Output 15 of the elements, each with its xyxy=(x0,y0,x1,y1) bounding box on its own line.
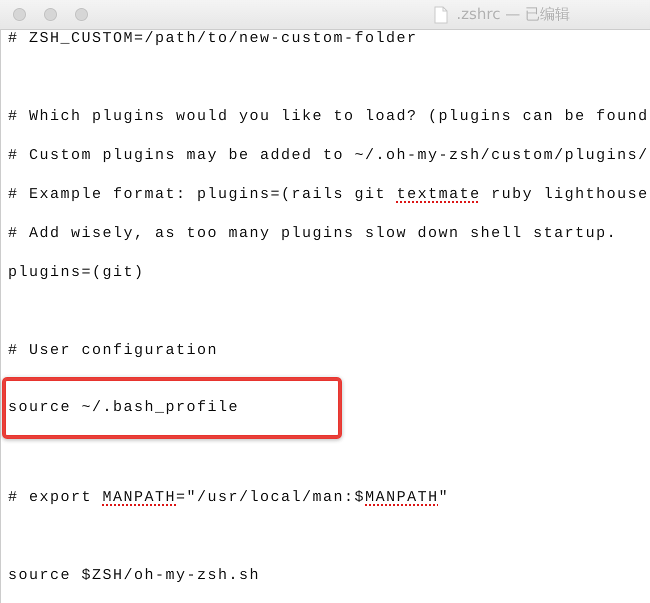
document-icon xyxy=(434,6,448,24)
code-line: # Which plugins would you like to load? (plugins can be found xyxy=(8,106,649,126)
window-title: .zshrc — 已编辑 xyxy=(456,4,570,26)
code-line: # Add wisely, as too many plugins slow down shell startup. xyxy=(8,224,618,244)
code-line: # ZSH_CUSTOM=/path/to/new-custom-folder xyxy=(8,28,418,48)
window-control-icon[interactable] xyxy=(75,8,88,21)
code-line: plugins=(git) xyxy=(8,262,145,282)
code-line: source ~/.bash_profile xyxy=(8,398,240,418)
code-line: # User configuration xyxy=(8,340,218,360)
code-line: # export MANPATH="/usr/local/man:$MANPATH" xyxy=(8,488,450,508)
window-control-icon[interactable] xyxy=(13,8,26,21)
window-control-icon[interactable] xyxy=(44,8,57,21)
code-line: source $ZSH/oh-my-zsh.sh xyxy=(8,566,260,586)
code-line: # Example format: plugins=(rails git textmate ruby lighthouse xyxy=(8,184,649,204)
code-line: # Custom plugins may be added to ~/.oh-my-zsh/custom/plugins/ xyxy=(8,146,649,166)
